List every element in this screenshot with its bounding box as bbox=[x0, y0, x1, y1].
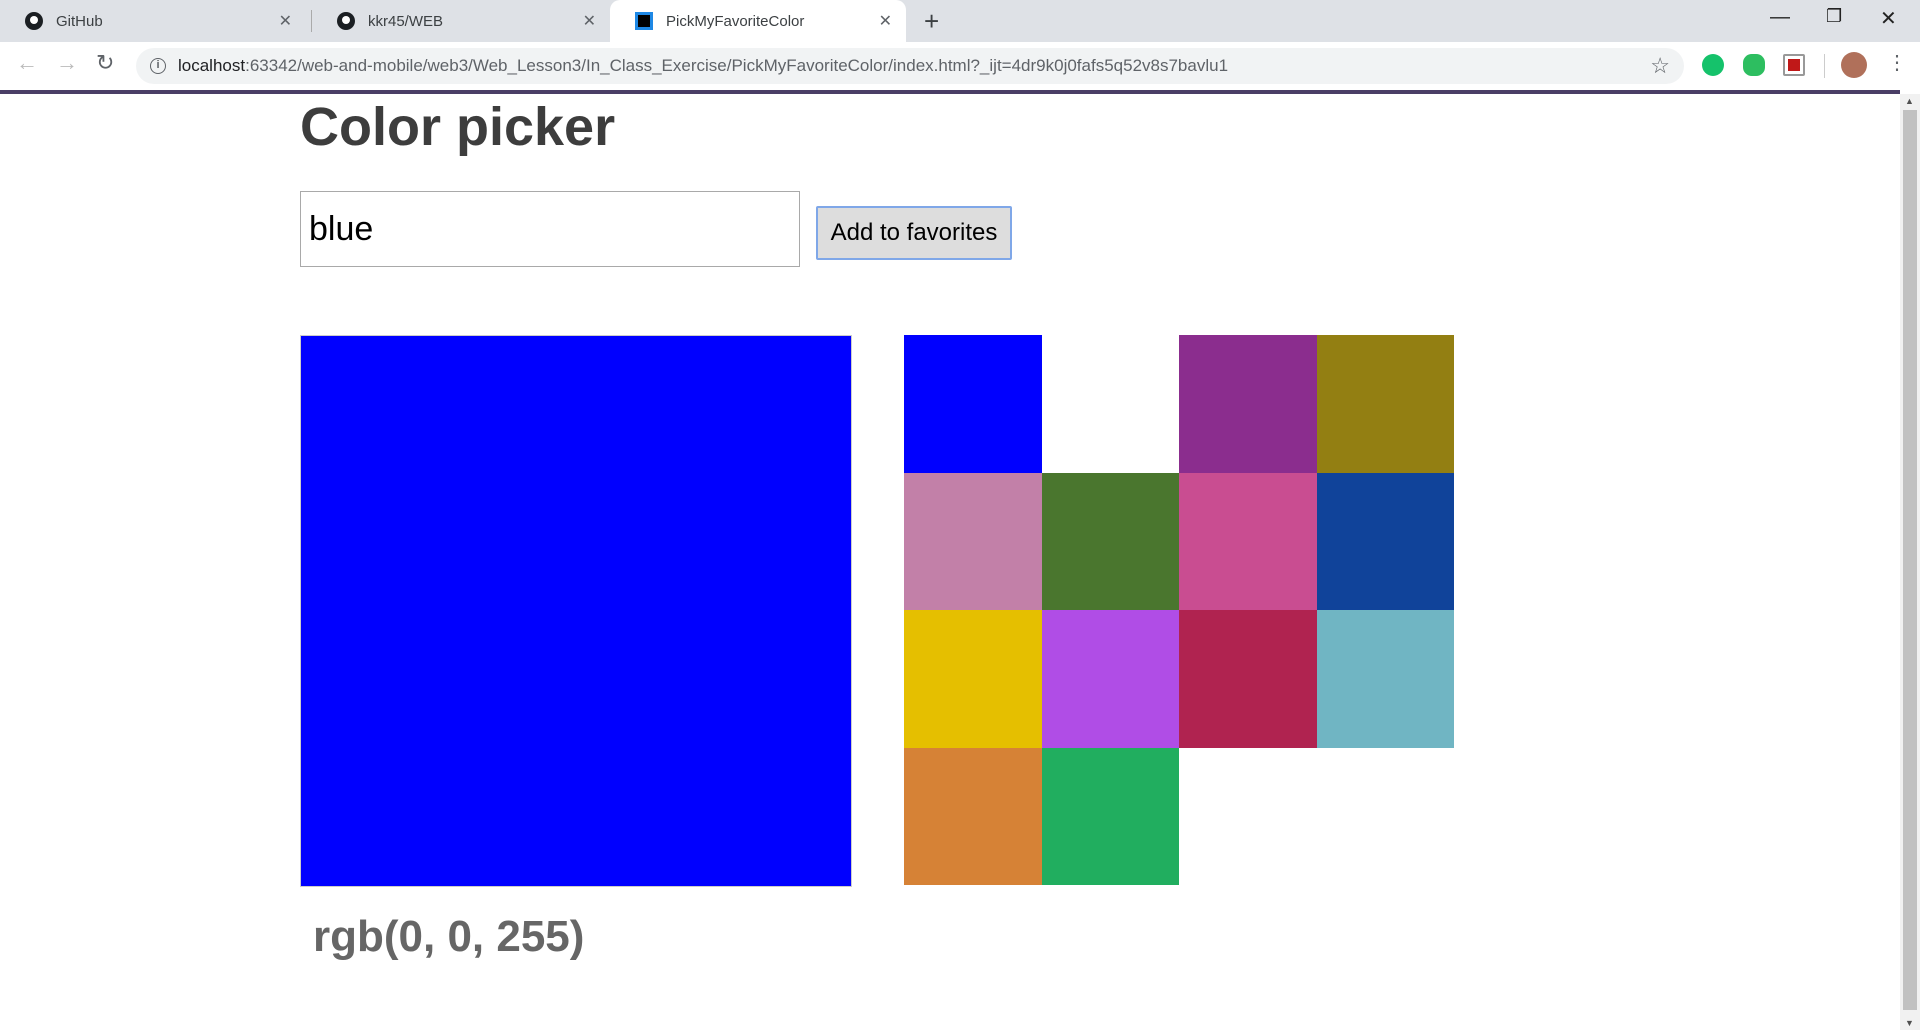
minimize-button[interactable]: — bbox=[1770, 6, 1790, 29]
page-top-border bbox=[0, 90, 1900, 94]
page-title: Color picker bbox=[300, 97, 616, 157]
tab-github[interactable]: GitHub ✕ bbox=[0, 0, 306, 42]
toolbar-divider bbox=[1824, 54, 1825, 78]
browser-toolbar: ← → ↻ i localhost:63342/web-and-mobile/w… bbox=[0, 42, 1920, 90]
color-preview bbox=[300, 335, 852, 887]
close-tab-icon[interactable]: ✕ bbox=[279, 11, 292, 31]
tab-label: kkr45/WEB bbox=[368, 12, 444, 30]
reload-button[interactable]: ↻ bbox=[96, 50, 114, 76]
evernote-icon[interactable] bbox=[1743, 54, 1765, 76]
tab-kkr45-web[interactable]: kkr45/WEB ✕ bbox=[312, 0, 610, 42]
url-text[interactable]: localhost:63342/web-and-mobile/web3/Web_… bbox=[178, 56, 1228, 76]
new-tab-button[interactable]: + bbox=[924, 6, 939, 37]
github-icon bbox=[336, 11, 356, 31]
favorite-color-swatch[interactable] bbox=[1316, 472, 1454, 610]
address-bar[interactable]: i localhost:63342/web-and-mobile/web3/We… bbox=[136, 48, 1684, 84]
favorite-color-swatch[interactable] bbox=[904, 335, 1042, 473]
menu-icon[interactable]: ⋮ bbox=[1887, 50, 1907, 75]
favorite-color-swatch[interactable] bbox=[1179, 335, 1317, 473]
restore-button[interactable]: ❐ bbox=[1826, 6, 1842, 27]
grammarly-icon[interactable] bbox=[1702, 54, 1724, 76]
avatar[interactable] bbox=[1841, 52, 1867, 78]
close-tab-icon[interactable]: ✕ bbox=[583, 11, 596, 31]
scrollbar-thumb[interactable] bbox=[1903, 110, 1917, 1010]
mcafee-icon[interactable] bbox=[1783, 54, 1805, 76]
scroll-up-icon[interactable]: ▲ bbox=[1905, 96, 1914, 106]
close-window-button[interactable]: ✕ bbox=[1880, 6, 1897, 31]
github-icon bbox=[24, 11, 44, 31]
favorite-color-swatch[interactable] bbox=[1179, 610, 1317, 748]
favorite-color-swatch[interactable] bbox=[1179, 472, 1317, 610]
back-button[interactable]: ← bbox=[16, 50, 38, 76]
favorite-color-swatch[interactable] bbox=[1041, 472, 1179, 610]
rgb-value: rgb(0, 0, 255) bbox=[313, 912, 585, 961]
tab-pickmyfavoritecolor[interactable]: PickMyFavoriteColor ✕ bbox=[610, 0, 906, 42]
favorites-grid bbox=[904, 335, 1454, 885]
tab-label: PickMyFavoriteColor bbox=[666, 12, 805, 30]
tab-label: GitHub bbox=[56, 12, 103, 30]
webstorm-icon bbox=[634, 11, 654, 31]
favorite-color-swatch[interactable] bbox=[1041, 610, 1179, 748]
forward-button[interactable]: → bbox=[56, 50, 78, 76]
favorite-color-swatch[interactable] bbox=[1316, 610, 1454, 748]
bookmark-star-icon[interactable]: ☆ bbox=[1650, 53, 1670, 79]
favorite-color-swatch[interactable] bbox=[904, 472, 1042, 610]
scrollbar[interactable]: ▲ ▼ bbox=[1900, 94, 1920, 1030]
favorite-color-swatch[interactable] bbox=[1041, 747, 1179, 885]
scroll-down-icon[interactable]: ▼ bbox=[1905, 1018, 1914, 1028]
color-input[interactable] bbox=[300, 191, 800, 267]
add-to-favorites-button[interactable]: Add to favorites bbox=[816, 206, 1012, 260]
empty-swatch bbox=[1042, 335, 1180, 473]
close-tab-icon[interactable]: ✕ bbox=[879, 11, 892, 31]
info-icon[interactable]: i bbox=[150, 58, 166, 74]
favorite-color-swatch[interactable] bbox=[1316, 335, 1454, 473]
favorite-color-swatch[interactable] bbox=[904, 610, 1042, 748]
tab-bar: GitHub ✕ kkr45/WEB ✕ PickMyFavoriteColor… bbox=[0, 0, 1920, 42]
favorite-color-swatch[interactable] bbox=[904, 747, 1042, 885]
